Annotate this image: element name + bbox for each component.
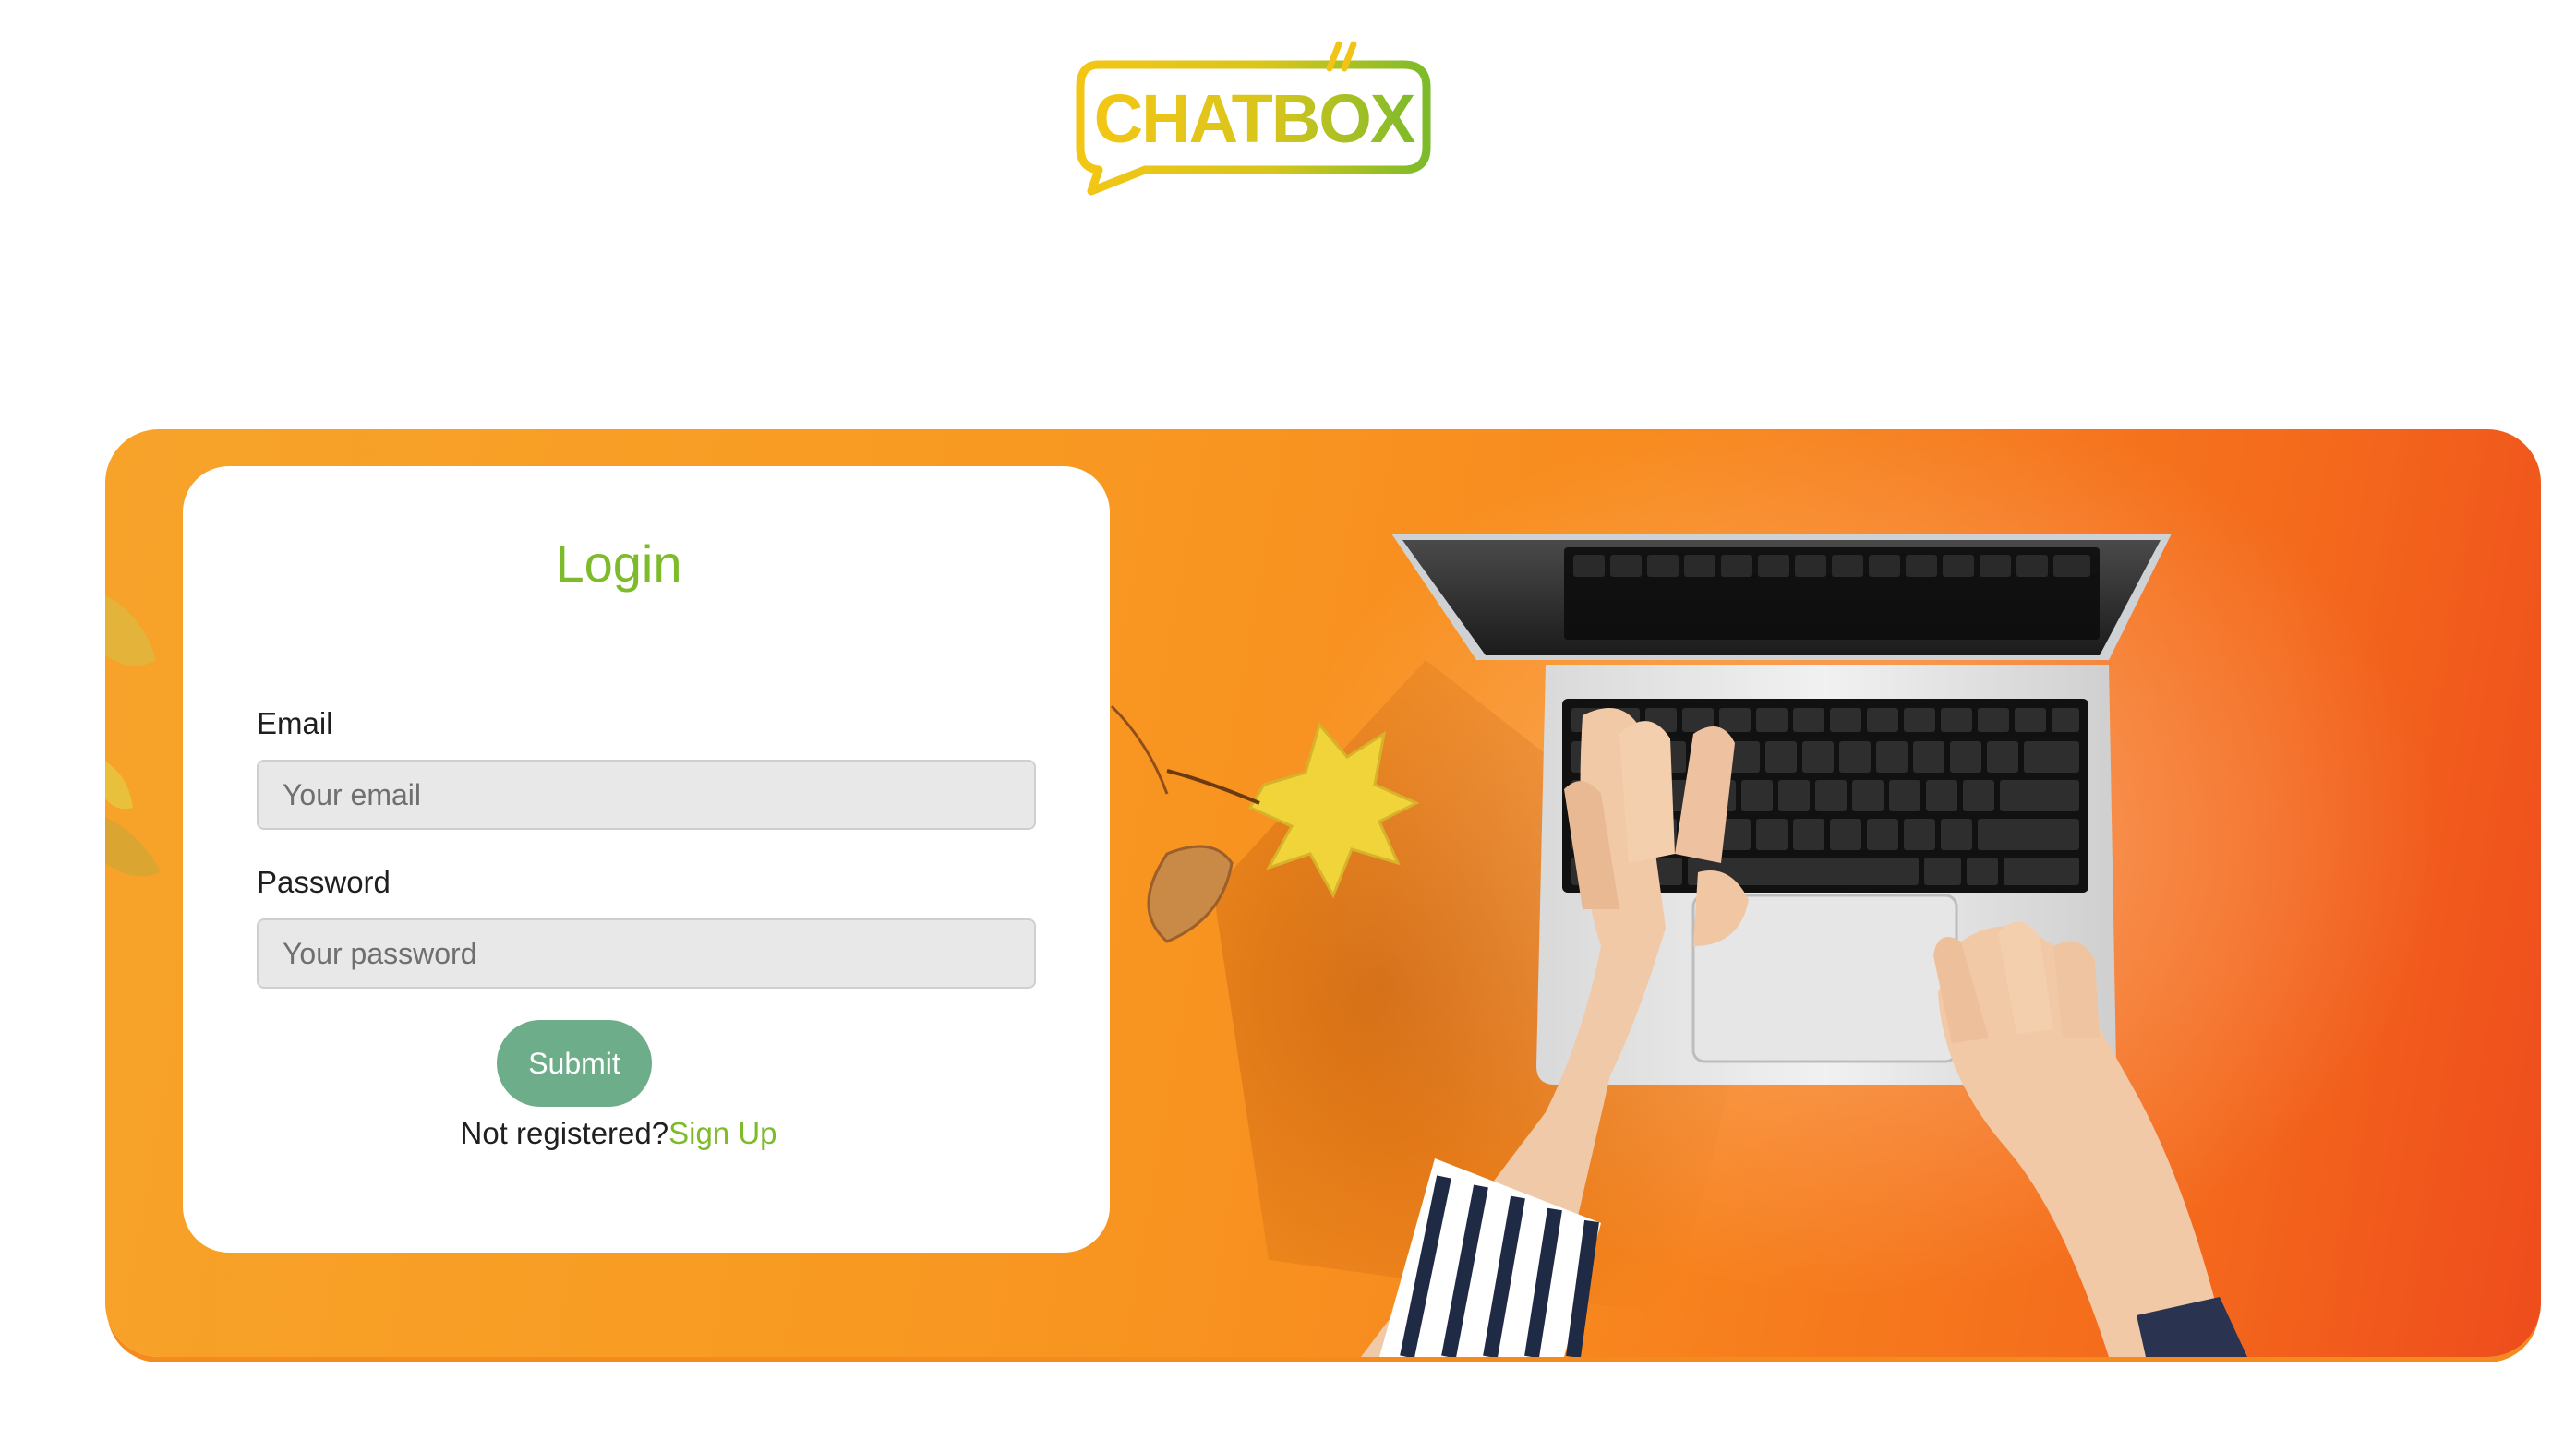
login-card: Login Email Password Submit Not register… [183, 466, 1110, 1253]
login-title: Login [555, 534, 682, 593]
email-input[interactable] [257, 760, 1036, 830]
signup-prompt-text: Not registered? [460, 1116, 669, 1150]
logo-wordmark: CHATBOX [1094, 80, 1415, 157]
chatbox-logo: CHATBOX [1071, 39, 1440, 196]
password-label: Password [257, 865, 391, 899]
sign-up-link[interactable]: Sign Up [668, 1116, 776, 1150]
hero-banner: Login Email Password Submit Not register… [105, 429, 2541, 1357]
password-input[interactable] [257, 918, 1036, 989]
email-label: Email [257, 706, 333, 740]
submit-button[interactable]: Submit [497, 1020, 652, 1107]
right-hand [1933, 921, 2247, 1357]
signup-prompt: Not registered?Sign Up [183, 1116, 1110, 1151]
login-page: CHATBOX Login Email Your email Password … [0, 0, 2576, 1440]
